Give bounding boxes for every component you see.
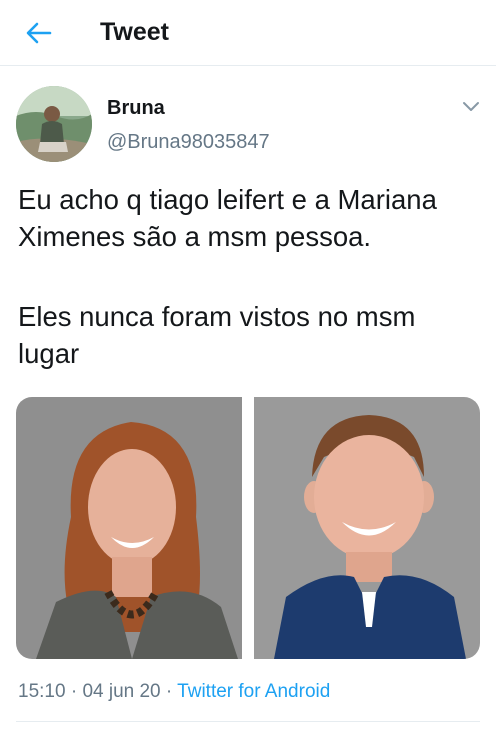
tweet-media[interactable] — [16, 397, 480, 659]
client-link[interactable]: Twitter for Android — [177, 681, 330, 702]
chevron-down-icon — [463, 102, 479, 111]
tweet-text-paragraph-1: Eu acho q tiago leifert e a Mariana Xime… — [18, 184, 437, 252]
page-title: Tweet — [100, 18, 169, 46]
divider — [16, 721, 480, 722]
avatar[interactable] — [16, 86, 92, 162]
media-photo-woman[interactable] — [16, 397, 242, 659]
tweet-time: 15:10 — [18, 681, 66, 702]
author-handle[interactable]: @Bruna98035847 — [107, 130, 270, 154]
tweet-date: 04 jun 20 — [82, 681, 161, 702]
tweet-text-paragraph-2: Eles nunca foram vistos no msm lugar — [18, 301, 416, 369]
back-button[interactable] — [22, 16, 56, 50]
meta-separator: · — [70, 681, 78, 702]
arrow-left-icon — [26, 22, 52, 44]
more-options-button[interactable] — [458, 95, 484, 117]
tweet-meta: 15:10 · 04 jun 20 · Twitter for Android — [18, 680, 330, 704]
author-name[interactable]: Bruna — [107, 96, 165, 120]
top-bar: Tweet — [0, 0, 496, 66]
meta-separator: · — [165, 681, 173, 702]
media-photo-man[interactable] — [254, 397, 480, 659]
